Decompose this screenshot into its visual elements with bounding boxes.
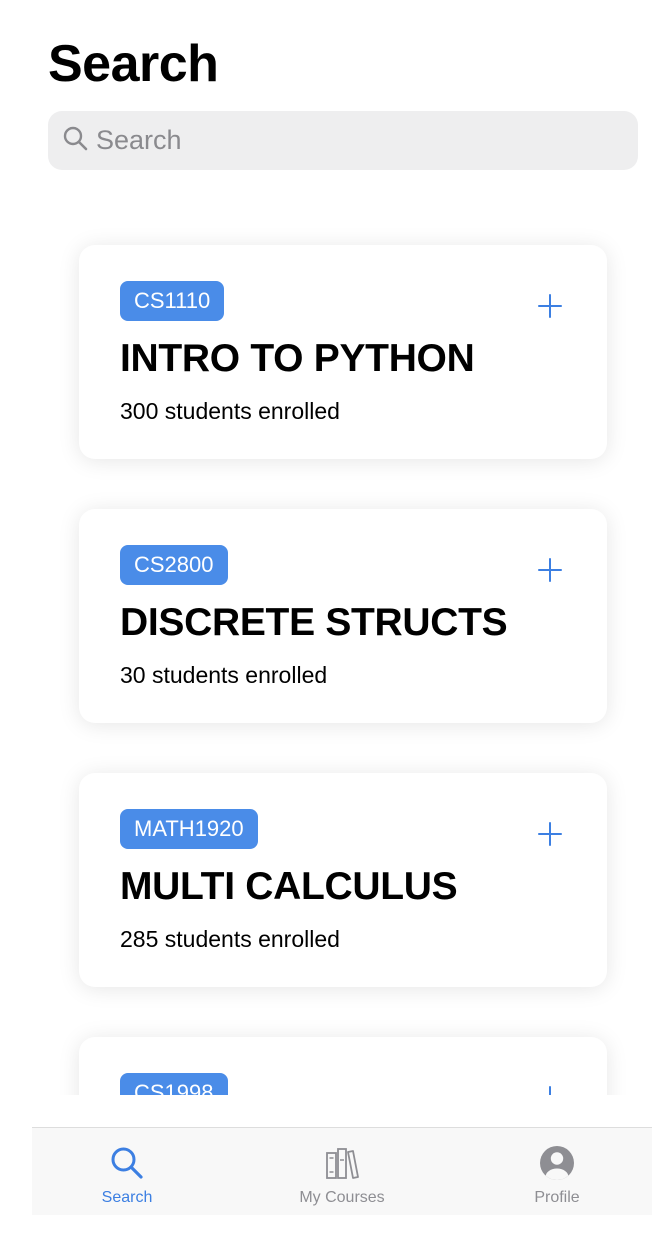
course-code-badge: CS1110 xyxy=(120,281,225,321)
tab-label: Profile xyxy=(534,1189,580,1206)
tab-profile[interactable]: Profile xyxy=(487,1128,627,1216)
books-icon xyxy=(323,1144,361,1182)
enrollment-count: 30 students enrolled xyxy=(120,662,328,688)
tab-label: Search xyxy=(101,1189,153,1206)
course-code-badge: CS2800 xyxy=(120,545,228,585)
tab-bar: Search My Courses Profile xyxy=(32,1127,652,1215)
course-name: INTRO TO PYTHON xyxy=(120,337,475,380)
search-bar[interactable] xyxy=(48,111,638,170)
course-code-badge: CS1998 xyxy=(120,1073,228,1095)
add-course-button[interactable] xyxy=(535,1083,565,1095)
add-course-button[interactable] xyxy=(535,291,565,321)
search-icon xyxy=(108,1144,146,1182)
tab-label: My Courses xyxy=(299,1189,385,1206)
course-name: MULTI CALCULUS xyxy=(120,865,458,908)
tab-search[interactable]: Search xyxy=(57,1128,197,1216)
course-card[interactable]: CS1110 INTRO TO PYTHON 300 students enro… xyxy=(79,245,607,459)
enrollment-count: 285 students enrolled xyxy=(120,926,340,952)
page-title: Search xyxy=(48,35,219,93)
course-code-badge: MATH1920 xyxy=(120,809,258,849)
course-card[interactable]: CS2800 DISCRETE STRUCTS 30 students enro… xyxy=(79,509,607,723)
add-course-button[interactable] xyxy=(535,819,565,849)
course-card[interactable]: MATH1920 MULTI CALCULUS 285 students enr… xyxy=(79,773,607,987)
search-input[interactable] xyxy=(96,125,596,156)
add-course-button[interactable] xyxy=(535,555,565,585)
enrollment-count: 300 students enrolled xyxy=(120,398,340,424)
course-list[interactable]: CS1110 INTRO TO PYTHON 300 students enro… xyxy=(0,228,667,1095)
course-name: DISCRETE STRUCTS xyxy=(120,601,508,644)
search-icon xyxy=(62,125,88,156)
course-card[interactable]: CS1998 xyxy=(79,1037,607,1095)
person-icon xyxy=(538,1144,576,1182)
tab-my-courses[interactable]: My Courses xyxy=(272,1128,412,1216)
